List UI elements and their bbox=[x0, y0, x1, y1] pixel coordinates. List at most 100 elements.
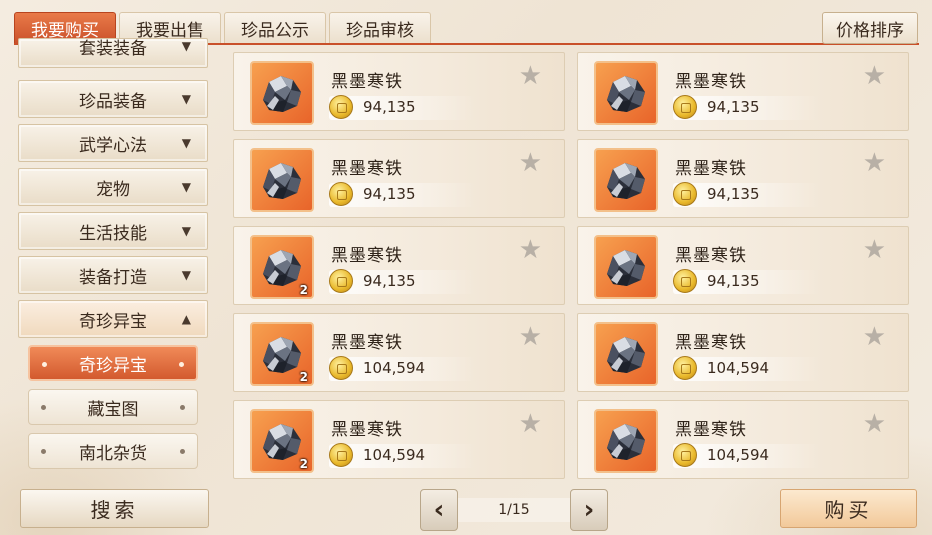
chevron-down-icon: ▼ bbox=[181, 268, 191, 282]
ore-item-icon: 2 bbox=[250, 409, 314, 473]
item-name: 黑墨寒铁 bbox=[331, 420, 403, 440]
prev-page-button[interactable]: ‹ bbox=[420, 489, 458, 531]
subcategory-label: 奇珍异宝 bbox=[79, 355, 147, 376]
buy-button[interactable]: 购买 bbox=[780, 489, 917, 528]
category-martial-arts[interactable]: 武学心法 ▼ bbox=[18, 124, 208, 162]
price-box: 104,594 bbox=[673, 443, 821, 468]
item-name: 黑墨寒铁 bbox=[675, 159, 747, 179]
subcategory-rare-treasures[interactable]: 奇珍异宝 bbox=[28, 345, 198, 381]
item-price: 104,594 bbox=[707, 446, 770, 464]
category-life-skills[interactable]: 生活技能 ▼ bbox=[18, 212, 208, 250]
category-label: 武学心法 bbox=[79, 135, 147, 156]
ore-item-icon bbox=[594, 322, 658, 386]
item-grid: 黑墨寒铁 94,135 ★ 黑墨寒铁 94,135 ★ 黑墨寒铁 94,135 ★ 黑墨寒铁 94,… bbox=[233, 52, 909, 480]
item-name: 黑墨寒铁 bbox=[675, 420, 747, 440]
item-name: 黑墨寒铁 bbox=[331, 246, 403, 266]
item-card[interactable]: 黑墨寒铁 104,594 ★ bbox=[577, 400, 909, 479]
coin-icon bbox=[329, 356, 353, 380]
item-price: 94,135 bbox=[707, 272, 760, 290]
item-card[interactable]: 2 黑墨寒铁 104,594 ★ bbox=[233, 400, 565, 479]
favorite-star-icon[interactable]: ★ bbox=[863, 63, 886, 89]
category-label: 生活技能 bbox=[79, 223, 147, 244]
dot-icon bbox=[42, 362, 47, 367]
favorite-star-icon[interactable]: ★ bbox=[519, 411, 542, 437]
price-box: 94,135 bbox=[329, 95, 477, 120]
item-name: 黑墨寒铁 bbox=[675, 333, 747, 353]
item-card[interactable]: 黑墨寒铁 94,135 ★ bbox=[577, 226, 909, 305]
item-name: 黑墨寒铁 bbox=[675, 72, 747, 92]
ore-item-icon bbox=[250, 61, 314, 125]
item-quantity: 2 bbox=[299, 370, 308, 384]
price-box: 104,594 bbox=[673, 356, 821, 381]
item-card[interactable]: 2 黑墨寒铁 94,135 ★ bbox=[233, 226, 565, 305]
category-label: 装备打造 bbox=[79, 267, 147, 288]
item-card[interactable]: 黑墨寒铁 104,594 ★ bbox=[577, 313, 909, 392]
price-box: 94,135 bbox=[673, 182, 821, 207]
item-quantity: 2 bbox=[299, 457, 308, 471]
favorite-star-icon[interactable]: ★ bbox=[519, 324, 542, 350]
coin-icon bbox=[329, 269, 353, 293]
subcategory-label: 藏宝图 bbox=[87, 399, 139, 420]
item-price: 94,135 bbox=[707, 98, 760, 116]
favorite-star-icon[interactable]: ★ bbox=[519, 63, 542, 89]
category-rare-treasures[interactable]: 奇珍异宝 ▲ bbox=[18, 300, 208, 338]
dot-icon bbox=[179, 362, 184, 367]
category-label: 珍品装备 bbox=[79, 91, 147, 112]
coin-icon bbox=[673, 95, 697, 119]
item-name: 黑墨寒铁 bbox=[331, 159, 403, 179]
favorite-star-icon[interactable]: ★ bbox=[863, 411, 886, 437]
item-price: 104,594 bbox=[363, 359, 426, 377]
item-card[interactable]: 黑墨寒铁 94,135 ★ bbox=[233, 139, 565, 218]
favorite-star-icon[interactable]: ★ bbox=[863, 237, 886, 263]
category-pets[interactable]: 宠物 ▼ bbox=[18, 168, 208, 206]
price-sort-button[interactable]: 价格排序 bbox=[822, 12, 918, 44]
dot-icon bbox=[180, 449, 185, 454]
favorite-star-icon[interactable]: ★ bbox=[863, 150, 886, 176]
category-rare-equipment[interactable]: 珍品装备 ▼ bbox=[18, 80, 208, 118]
category-equipment-forging[interactable]: 装备打造 ▼ bbox=[18, 256, 208, 294]
ore-item-icon bbox=[250, 148, 314, 212]
item-quantity: 2 bbox=[299, 283, 308, 297]
item-price: 94,135 bbox=[363, 185, 416, 203]
page-indicator: 1/15 bbox=[458, 498, 570, 522]
subcategory-sundries[interactable]: 南北杂货 bbox=[28, 433, 198, 469]
ore-item-icon: 2 bbox=[250, 322, 314, 386]
price-box: 104,594 bbox=[329, 356, 477, 381]
chevron-down-icon: ▼ bbox=[181, 92, 191, 106]
favorite-star-icon[interactable]: ★ bbox=[519, 150, 542, 176]
chevron-down-icon: ▼ bbox=[181, 39, 191, 53]
tab-rare-display[interactable]: 珍品公示 bbox=[224, 12, 326, 44]
item-name: 黑墨寒铁 bbox=[331, 72, 403, 92]
coin-icon bbox=[673, 356, 697, 380]
category-set-equipment[interactable]: 套装装备 ▼ bbox=[18, 38, 208, 68]
dot-icon bbox=[180, 405, 185, 410]
price-box: 94,135 bbox=[673, 269, 821, 294]
item-name: 黑墨寒铁 bbox=[331, 333, 403, 353]
next-page-button[interactable]: › bbox=[570, 489, 608, 531]
search-button[interactable]: 搜索 bbox=[20, 489, 209, 528]
subcategory-treasure-map[interactable]: 藏宝图 bbox=[28, 389, 198, 425]
coin-icon bbox=[673, 269, 697, 293]
tab-rare-review[interactable]: 珍品审核 bbox=[329, 12, 431, 44]
favorite-star-icon[interactable]: ★ bbox=[863, 324, 886, 350]
item-price: 104,594 bbox=[707, 359, 770, 377]
category-label: 宠物 bbox=[96, 179, 130, 200]
item-price: 94,135 bbox=[707, 185, 760, 203]
ore-item-icon bbox=[594, 148, 658, 212]
item-card[interactable]: 黑墨寒铁 94,135 ★ bbox=[577, 52, 909, 131]
price-box: 94,135 bbox=[329, 269, 477, 294]
ore-item-icon bbox=[594, 235, 658, 299]
item-card[interactable]: 2 黑墨寒铁 104,594 ★ bbox=[233, 313, 565, 392]
coin-icon bbox=[673, 443, 697, 467]
coin-icon bbox=[673, 182, 697, 206]
item-card[interactable]: 黑墨寒铁 94,135 ★ bbox=[233, 52, 565, 131]
item-card[interactable]: 黑墨寒铁 94,135 ★ bbox=[577, 139, 909, 218]
favorite-star-icon[interactable]: ★ bbox=[519, 237, 542, 263]
ore-item-icon bbox=[594, 409, 658, 473]
price-box: 94,135 bbox=[329, 182, 477, 207]
chevron-down-icon: ▼ bbox=[181, 136, 191, 150]
item-price: 94,135 bbox=[363, 98, 416, 116]
item-price: 94,135 bbox=[363, 272, 416, 290]
chevron-down-icon: ▼ bbox=[181, 224, 191, 238]
dot-icon bbox=[41, 449, 46, 454]
